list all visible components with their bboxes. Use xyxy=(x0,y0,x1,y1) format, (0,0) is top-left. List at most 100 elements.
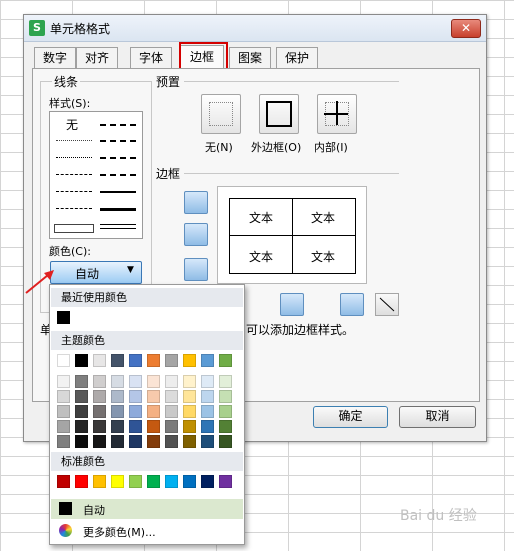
color-swatch[interactable] xyxy=(93,354,106,367)
color-swatch[interactable] xyxy=(75,375,88,388)
color-swatch[interactable] xyxy=(219,390,232,403)
color-swatch[interactable] xyxy=(147,405,160,418)
color-swatch[interactable] xyxy=(57,435,70,448)
line-style-medium[interactable] xyxy=(100,191,136,193)
color-swatch[interactable] xyxy=(111,375,124,388)
color-swatch[interactable] xyxy=(183,354,196,367)
border-middle-horizontal-button[interactable] xyxy=(184,223,208,246)
color-swatch[interactable] xyxy=(165,435,178,448)
border-diagonal-button[interactable] xyxy=(375,293,399,316)
close-button[interactable]: ✕ xyxy=(451,19,481,38)
color-swatch[interactable] xyxy=(75,435,88,448)
line-style-list[interactable]: 无 xyxy=(49,111,143,239)
color-swatch[interactable] xyxy=(219,420,232,433)
color-swatch[interactable] xyxy=(183,475,196,488)
color-swatch[interactable] xyxy=(75,390,88,403)
color-swatch[interactable] xyxy=(93,420,106,433)
line-style-medium-dash-dot[interactable] xyxy=(100,157,136,159)
color-swatch[interactable] xyxy=(93,475,106,488)
automatic-color-item[interactable]: 自动 xyxy=(51,499,243,519)
color-swatch[interactable] xyxy=(165,475,178,488)
color-swatch[interactable] xyxy=(219,405,232,418)
color-swatch[interactable] xyxy=(147,375,160,388)
color-swatch[interactable] xyxy=(93,435,106,448)
line-style-slant-dash-dot[interactable] xyxy=(100,140,136,142)
line-style-thin-selected[interactable] xyxy=(54,224,94,233)
color-swatch[interactable] xyxy=(201,475,214,488)
color-swatch[interactable] xyxy=(201,375,214,388)
color-swatch[interactable] xyxy=(111,435,124,448)
color-swatch[interactable] xyxy=(111,354,124,367)
color-swatch[interactable] xyxy=(219,435,232,448)
color-swatch[interactable] xyxy=(129,405,142,418)
color-swatch[interactable] xyxy=(93,375,106,388)
color-swatch[interactable] xyxy=(183,420,196,433)
line-style-dash-dot-dot[interactable] xyxy=(56,174,92,175)
color-swatch[interactable] xyxy=(219,475,232,488)
color-swatch[interactable] xyxy=(75,475,88,488)
color-swatch[interactable] xyxy=(147,420,160,433)
color-swatch[interactable] xyxy=(93,390,106,403)
color-swatch[interactable] xyxy=(147,435,160,448)
color-swatch[interactable] xyxy=(57,311,70,324)
color-swatch[interactable] xyxy=(57,390,70,403)
color-swatch[interactable] xyxy=(93,405,106,418)
color-swatch[interactable] xyxy=(57,405,70,418)
color-swatch[interactable] xyxy=(147,475,160,488)
color-swatch[interactable] xyxy=(57,375,70,388)
line-style-none[interactable]: 无 xyxy=(66,116,78,133)
more-colors-item[interactable]: 更多颜色(M)... xyxy=(51,521,243,541)
color-swatch[interactable] xyxy=(129,375,142,388)
line-style-medium-dashed[interactable] xyxy=(100,174,136,176)
color-swatch[interactable] xyxy=(165,420,178,433)
border-middle-vertical-button[interactable] xyxy=(280,293,304,316)
color-swatch[interactable] xyxy=(183,435,196,448)
line-style-medium-dash-dot-dot[interactable] xyxy=(100,124,136,126)
color-swatch[interactable] xyxy=(129,435,142,448)
color-swatch[interactable] xyxy=(183,390,196,403)
tab-protection[interactable]: 保护 xyxy=(276,47,318,68)
color-swatch[interactable] xyxy=(129,390,142,403)
color-swatch[interactable] xyxy=(111,420,124,433)
color-swatch[interactable] xyxy=(219,375,232,388)
preset-inside-button[interactable] xyxy=(317,94,357,134)
color-swatch[interactable] xyxy=(201,435,214,448)
color-swatch[interactable] xyxy=(201,390,214,403)
tab-font[interactable]: 字体 xyxy=(130,47,172,68)
tab-alignment[interactable]: 对齐 xyxy=(76,47,118,68)
color-swatch[interactable] xyxy=(147,390,160,403)
color-swatch[interactable] xyxy=(111,390,124,403)
color-swatch[interactable] xyxy=(57,475,70,488)
color-swatch[interactable] xyxy=(147,354,160,367)
preset-none-button[interactable] xyxy=(201,94,241,134)
line-style-thick[interactable] xyxy=(100,208,136,211)
color-swatch[interactable] xyxy=(57,354,70,367)
preset-outline-button[interactable] xyxy=(259,94,299,134)
color-swatch[interactable] xyxy=(219,354,232,367)
color-swatch[interactable] xyxy=(165,354,178,367)
line-style-double[interactable] xyxy=(100,224,136,229)
color-swatch[interactable] xyxy=(75,405,88,418)
color-swatch[interactable] xyxy=(129,420,142,433)
color-swatch[interactable] xyxy=(129,475,142,488)
line-style-dotted[interactable] xyxy=(56,157,92,158)
color-swatch[interactable] xyxy=(75,354,88,367)
color-swatch[interactable] xyxy=(111,475,124,488)
line-style-dash-dot[interactable] xyxy=(56,191,92,192)
border-top-button[interactable] xyxy=(184,191,208,214)
border-bottom-button[interactable] xyxy=(184,258,208,281)
line-style-hairline[interactable] xyxy=(56,140,92,141)
tab-pattern[interactable]: 图案 xyxy=(229,47,271,68)
color-swatch[interactable] xyxy=(201,420,214,433)
border-preview[interactable]: 文本 文本 文本 文本 xyxy=(217,186,367,284)
color-swatch[interactable] xyxy=(165,375,178,388)
color-swatch[interactable] xyxy=(183,405,196,418)
color-swatch[interactable] xyxy=(201,405,214,418)
line-style-dashed[interactable] xyxy=(56,208,92,209)
color-swatch[interactable] xyxy=(129,354,142,367)
border-right-button[interactable] xyxy=(340,293,364,316)
tab-number[interactable]: 数字 xyxy=(34,47,76,68)
color-swatch[interactable] xyxy=(165,390,178,403)
color-swatch[interactable] xyxy=(111,405,124,418)
color-swatch[interactable] xyxy=(201,354,214,367)
